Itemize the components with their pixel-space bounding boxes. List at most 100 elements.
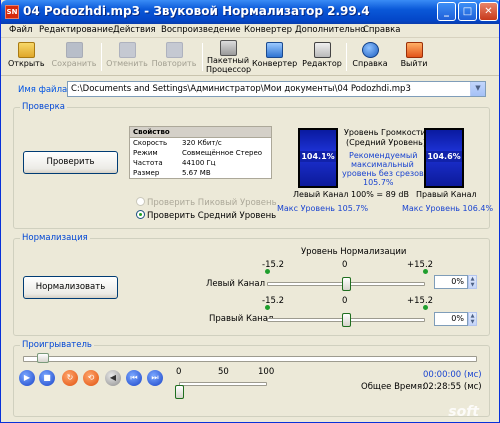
open-label: Открыть [8,59,45,68]
normalize-button[interactable]: Нормализовать [23,276,118,299]
max-level-left: Макс Уровень 105.7% [277,204,369,213]
normalize-group-title: Нормализация [20,233,90,243]
left-channel-percent-input[interactable]: 0% [434,275,468,289]
editor-label: Редактор [302,59,342,68]
recommended-line: максимальный [351,160,414,169]
close-button[interactable]: ✕ [479,2,498,21]
next-button[interactable]: ⏭ [147,370,163,386]
undo-icon [118,42,136,58]
stop-button[interactable]: ■ [39,370,55,386]
undo-button[interactable]: Отменить [105,41,149,74]
menu-extra[interactable]: Дополнительно [295,25,366,35]
menu-playback[interactable]: Воспроизведение [161,25,241,35]
prop-key: Режим [133,149,158,157]
radio-average-label: Проверить Средний Уровень [147,211,277,221]
playback-position-track[interactable] [23,356,477,362]
editor-button[interactable]: Редактор [300,41,344,74]
right-channel-percent: 0% [451,314,464,323]
left-channel-spinner[interactable]: ▲ ▼ [468,275,477,289]
mute-icon[interactable]: ◀ [105,370,121,386]
minimize-button[interactable]: _ [437,2,456,21]
playback-position-thumb[interactable] [36,353,49,363]
file-properties-table: Свойство Скорость 320 Кбит/с Режим Совмещё… [129,126,272,179]
converter-button[interactable]: Конвертер [252,41,297,74]
toolbar-separator [346,43,347,71]
prop-key: Частота [133,159,163,167]
scale-mid-label: 0 [342,260,348,270]
help-button[interactable]: Справка [350,41,390,74]
previous-button[interactable]: ⏮ [126,370,142,386]
right-channel-slider-thumb[interactable] [342,313,351,327]
properties-header: Свойство [130,127,271,138]
exit-button[interactable]: Выйти [396,41,432,74]
current-time: 00:00:00 (мс) [423,370,482,380]
total-time-label: Общее Время: [361,382,425,392]
right-level-value: 104.6% [426,151,462,162]
prop-key: Скорость [133,139,168,147]
max-level-right: Макс Уровень 106.4% [402,204,494,213]
right-level-meter: 104.6% [424,128,464,188]
folder-open-icon [17,42,35,58]
redo-button[interactable]: Повторить [151,41,197,74]
table-row: Размер 5.67 MB [130,168,271,178]
help-label: Справка [352,59,388,68]
menu-help[interactable]: Справка [363,25,400,35]
open-button[interactable]: Открыть [8,41,45,74]
radio-peak-dot [136,197,145,206]
file-name-label: Имя файла: [18,85,71,95]
play-button[interactable]: ▶ [19,370,35,386]
save-button[interactable]: Сохранить [51,41,97,74]
radio-check-average[interactable]: Проверить Средний Уровень [136,210,276,221]
maximize-button[interactable]: □ [458,2,477,21]
toolbar-separator [101,43,102,71]
menu-file[interactable]: Файл [9,25,32,35]
volume-50-label: 50 [218,367,229,377]
title-bar[interactable]: SN 04 Podozhdi.mp3 - Звуковой Нормализат… [1,0,499,24]
left-channel-percent: 0% [451,277,464,286]
scale-max-label: +15.2 [407,260,434,270]
file-path-text: C:\Documents and Settings\Администратор\… [71,84,411,94]
volume-100-label: 100 [258,367,275,377]
window-title: 04 Podozhdi.mp3 - Звуковой Нормализатор … [23,4,370,18]
repeat-icon[interactable]: ↻ [62,370,78,386]
loop-icon[interactable]: ⟲ [83,370,99,386]
left-channel-slider-thumb[interactable] [342,277,351,291]
redo-label: Повторить [151,59,197,68]
floppy-icon [65,42,83,58]
right-channel-label: Правый Канал [209,314,274,324]
right-channel-percent-input[interactable]: 0% [434,312,468,326]
slider-end-marker [423,305,428,310]
redo-icon [165,42,183,58]
slider-end-marker [423,269,428,274]
menu-bar: Файл Редактирование Действия Воспроизвед… [1,24,499,38]
watermark: soft [448,404,479,420]
app-window: SN 04 Podozhdi.mp3 - Звуковой Нормализат… [0,0,500,423]
batch-processor-button[interactable]: Пакетный Процессор [206,39,252,74]
menu-edit[interactable]: Редактирование [39,25,113,35]
radio-check-peak[interactable]: Проверить Пиковый Уровень [136,197,277,208]
prop-value: 320 Кбит/с [182,139,222,147]
check-button[interactable]: Проверить [23,151,118,174]
right-channel-spinner[interactable]: ▲ ▼ [468,312,477,326]
chevron-down-icon[interactable]: ▼ [470,82,485,96]
exit-label: Выйти [400,59,428,68]
volume-slider-track[interactable] [179,382,267,386]
player-group-title: Проигрыватель [20,340,94,350]
undo-label: Отменить [106,59,148,68]
loudness-title: Уровень Громкости [344,128,426,137]
editor-icon [313,42,331,58]
table-row: Режим Совмещённое Стерео [130,148,271,158]
prop-value: 44100 Гц [182,159,216,167]
menu-converter[interactable]: Конвертер [244,25,292,35]
file-name-combobox[interactable]: C:\Documents and Settings\Администратор\… [67,81,486,97]
volume-0-label: 0 [176,367,182,377]
prop-value: Совмещённое Стерео [182,149,263,157]
menu-actions[interactable]: Действия [113,25,156,35]
exit-icon [405,42,423,58]
recommended-line: уровень без срезов [342,169,424,178]
left-channel-caption: Левый Канал [293,190,349,199]
volume-slider-thumb[interactable] [175,385,184,399]
slider-end-marker [265,269,270,274]
app-icon[interactable]: SN [5,5,19,19]
batch-processor-label: Процессор [206,65,252,74]
